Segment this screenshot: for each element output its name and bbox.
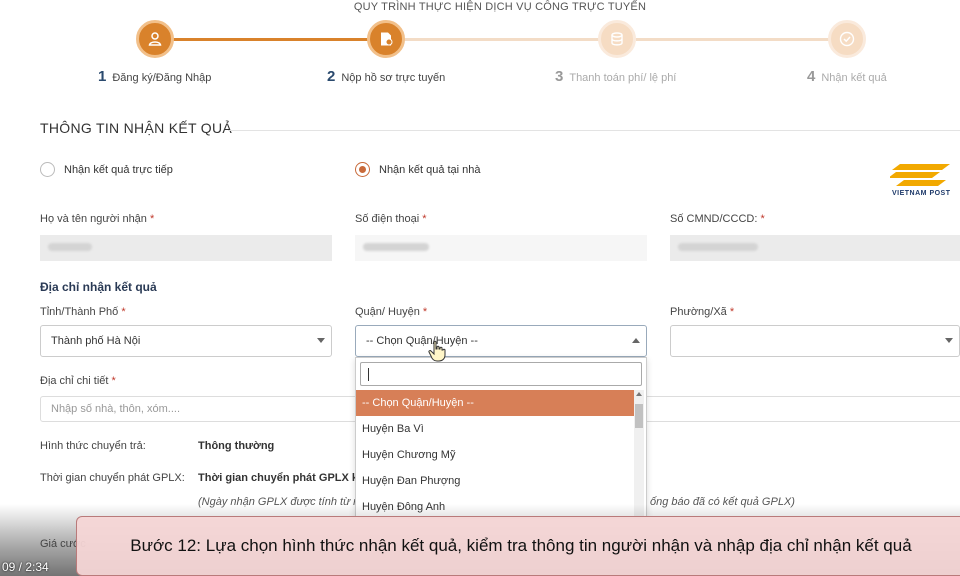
- section-title: THÔNG TIN NHẬN KẾT QUẢ: [40, 120, 232, 136]
- section-divider: [228, 130, 960, 131]
- district-option[interactable]: Huyện Chương Mỹ: [356, 442, 634, 468]
- video-caption: Bước 12: Lựa chọn hình thức nhận kết quả…: [76, 516, 960, 576]
- step-4-label: 4 Nhận kết quả: [807, 68, 887, 85]
- user-icon: [148, 32, 162, 46]
- radio-receive-home[interactable]: Nhận kết quả tại nhà: [355, 162, 481, 177]
- step-3-text: Thanh toán phí/ lệ phí: [569, 72, 677, 84]
- district-option[interactable]: -- Chọn Quận/Huyện --: [356, 390, 634, 416]
- radio-home-circle[interactable]: [355, 162, 370, 177]
- process-title: QUY TRÌNH THỰC HIỆN DỊCH VỤ CÔNG TRỰC TU…: [353, 1, 647, 13]
- check-circle-icon: [839, 31, 855, 47]
- recipient-phone-field: [355, 235, 647, 261]
- delivery-time-value: Thời gian chuyển phát GPLX kể: [198, 472, 365, 484]
- coins-icon: [611, 32, 623, 46]
- radio-direct-label: Nhận kết quả trực tiếp: [64, 163, 173, 176]
- step-1-circle: [136, 20, 174, 58]
- address-heading: Địa chỉ nhận kết quả: [40, 280, 157, 294]
- district-select-value: -- Chọn Quận/Huyện --: [366, 335, 478, 347]
- step-2-text: Nộp hồ sơ trực tuyến: [341, 72, 446, 84]
- step-4-circle: [828, 20, 866, 58]
- recipient-id-label: Số CMND/CCCD: *: [670, 213, 765, 225]
- vietnam-post-logo-text: VIETNAM POST: [892, 190, 951, 197]
- province-label: Tỉnh/Thành Phố *: [40, 306, 126, 318]
- step-2-circle: [367, 20, 405, 58]
- step-line-pending-1: [404, 38, 618, 41]
- ward-label: Phường/Xã *: [670, 306, 735, 318]
- address-detail-label: Địa chỉ chi tiết *: [40, 375, 116, 387]
- step-4-text: Nhận kết quả: [821, 72, 887, 84]
- dropdown-scrollbar[interactable]: [634, 390, 644, 516]
- scroll-up-arrow-icon[interactable]: [636, 392, 642, 396]
- step-line-done: [172, 38, 386, 41]
- step-3-label: 3 Thanh toán phí/ lệ phí: [555, 68, 676, 85]
- district-dropdown[interactable]: -- Chọn Quận/Huyện -- Huyện Ba Vì Huyện …: [355, 357, 647, 517]
- step-line-pending-2: [636, 38, 848, 41]
- step-4-number: 4: [807, 68, 816, 85]
- radio-receive-direct[interactable]: Nhận kết quả trực tiếp: [40, 162, 173, 177]
- recipient-name-field: [40, 235, 332, 261]
- chevron-up-icon: [632, 338, 640, 343]
- chevron-down-icon: [945, 338, 953, 343]
- step-3-number: 3: [555, 68, 564, 85]
- recipient-id-field: [670, 235, 960, 261]
- district-search-input[interactable]: [360, 362, 642, 386]
- step-2-number: 2: [327, 68, 336, 85]
- document-icon: [381, 32, 393, 46]
- ward-select[interactable]: [670, 325, 960, 357]
- step-1-number: 1: [98, 68, 107, 85]
- district-label: Quận/ Huyện *: [355, 306, 428, 318]
- video-timestamp: 09 / 2:34: [2, 560, 49, 574]
- district-option-list: -- Chọn Quận/Huyện -- Huyện Ba Vì Huyện …: [356, 390, 634, 516]
- delivery-time-label: Thời gian chuyển phát GPLX:: [40, 472, 185, 484]
- recipient-name-label: Họ và tên người nhận *: [40, 213, 155, 225]
- step-2-label[interactable]: 2 Nộp hồ sơ trực tuyến: [327, 68, 445, 85]
- radio-direct-circle[interactable]: [40, 162, 55, 177]
- radio-home-label: Nhận kết quả tại nhà: [379, 163, 481, 176]
- chevron-down-icon: [317, 338, 325, 343]
- step-3-circle: [598, 20, 636, 58]
- province-select[interactable]: Thành phố Hà Nội: [40, 325, 332, 357]
- delivery-method-label: Hình thức chuyển trả:: [40, 440, 146, 452]
- district-option[interactable]: Huyện Ba Vì: [356, 416, 634, 442]
- district-select[interactable]: -- Chọn Quận/Huyện --: [355, 325, 647, 357]
- step-1-text: Đăng ký/Đăng Nhập: [112, 72, 212, 84]
- step-1-label[interactable]: 1 Đăng ký/Đăng Nhập: [98, 68, 211, 85]
- province-select-value: Thành phố Hà Nội: [51, 335, 141, 347]
- scrollbar-thumb[interactable]: [635, 404, 643, 428]
- delivery-method-value: Thông thường: [198, 440, 275, 452]
- hand-cursor-icon: [428, 340, 446, 362]
- recipient-phone-label: Số điện thoại *: [355, 213, 427, 225]
- district-option[interactable]: Huyện Đan Phượng: [356, 468, 634, 494]
